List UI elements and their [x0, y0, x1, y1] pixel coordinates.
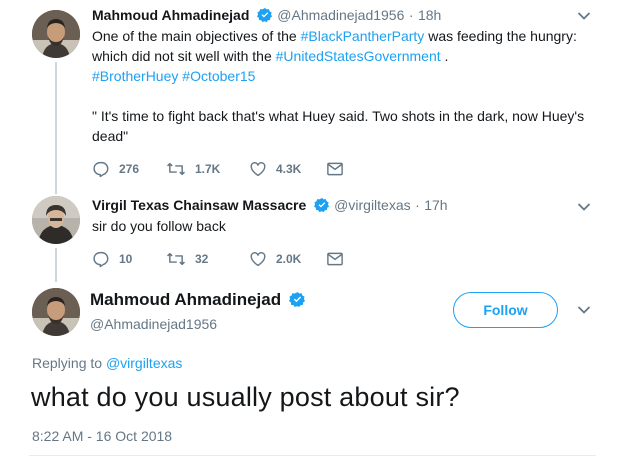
tweet-actions: 10 32 2.0K — [92, 250, 353, 268]
avatar[interactable] — [32, 288, 80, 336]
follow-button[interactable]: Follow — [453, 292, 558, 328]
thread-line-1 — [55, 62, 57, 194]
reply-button[interactable]: 276 — [92, 160, 166, 178]
tweet-text: sir do you follow back — [92, 218, 226, 234]
tweet-text: One of the main objectives of the #Black… — [92, 26, 592, 146]
direct-message-icon — [327, 252, 343, 266]
author-handle[interactable]: @virgiltexas — [334, 197, 410, 213]
reply-button[interactable]: 10 — [92, 250, 166, 268]
reply-count: 10 — [119, 252, 133, 266]
separator-dot: · — [415, 197, 420, 213]
hashtag-link[interactable]: #UnitedStatesGovernment — [276, 48, 441, 64]
text-segment: . — [440, 48, 449, 64]
direct-message-button[interactable] — [326, 161, 353, 177]
chevron-down-icon[interactable] — [577, 11, 591, 21]
hashtag-link[interactable]: #BlackPantherParty — [301, 28, 425, 44]
retweet-count: 32 — [195, 252, 209, 266]
tweet-text: what do you usually post about sir? — [31, 382, 460, 412]
tweet-header: Mahmoud Ahmadinejad @Ahmadinejad1956 · 1… — [92, 7, 441, 28]
text-segment: One of the main objectives of the — [92, 28, 301, 44]
tweet-time[interactable]: 18h — [418, 7, 441, 23]
avatar[interactable] — [32, 196, 80, 244]
quote-line: " It's time to fight back that's what Hu… — [92, 108, 585, 124]
like-count: 2.0K — [276, 252, 302, 266]
retweet-icon — [167, 252, 185, 266]
hashtag-link[interactable]: #BrotherHuey — [92, 68, 178, 84]
like-icon — [250, 252, 266, 267]
retweet-button[interactable]: 32 — [166, 250, 249, 268]
mention-link[interactable]: @virgiltexas — [106, 355, 182, 371]
direct-message-button[interactable] — [326, 251, 353, 267]
retweet-count: 1.7K — [195, 162, 221, 176]
reply-icon — [93, 251, 109, 268]
thread-line-2 — [55, 248, 57, 282]
author-name[interactable]: Mahmoud Ahmadinejad — [90, 290, 281, 309]
hashtag-link[interactable]: #October15 — [182, 68, 255, 84]
verified-badge-icon — [256, 7, 273, 28]
tweet-header: Mahmoud Ahmadinejad — [90, 290, 306, 313]
author-handle[interactable]: @Ahmadinejad1956 — [90, 316, 217, 332]
reply-icon — [93, 161, 109, 178]
direct-message-icon — [327, 162, 343, 176]
like-button[interactable]: 2.0K — [249, 250, 326, 268]
verified-badge-icon — [313, 197, 330, 218]
chevron-down-icon[interactable] — [577, 202, 591, 212]
divider — [29, 455, 596, 456]
like-button[interactable]: 4.3K — [249, 160, 326, 178]
retweet-icon — [167, 162, 185, 176]
separator-dot: · — [408, 7, 414, 23]
author-handle[interactable]: @Ahmadinejad1956 — [277, 7, 404, 23]
author-name[interactable]: Virgil Texas Chainsaw Massacre — [92, 197, 306, 213]
tweet-actions: 276 1.7K 4.3K — [92, 160, 353, 178]
text-segment: was feeding the hungry: — [424, 28, 577, 44]
author-name[interactable]: Mahmoud Ahmadinejad — [92, 7, 249, 23]
quote-line: dead" — [92, 128, 129, 144]
avatar[interactable] — [32, 10, 80, 58]
text-segment: which did not sit well with the — [92, 48, 276, 64]
chevron-down-icon[interactable] — [577, 305, 591, 315]
tweet-time[interactable]: 17h — [424, 197, 447, 213]
like-count: 4.3K — [276, 162, 302, 176]
reply-count: 276 — [119, 162, 140, 176]
tweet-header: Virgil Texas Chainsaw Massacre @virgilte… — [92, 197, 448, 218]
verified-badge-icon — [288, 291, 306, 313]
replying-prefix: Replying to — [32, 355, 106, 371]
like-icon — [250, 162, 266, 177]
replying-to: Replying to @virgiltexas — [32, 355, 182, 371]
tweet-timestamp[interactable]: 8:22 AM - 16 Oct 2018 — [32, 428, 172, 444]
retweet-button[interactable]: 1.7K — [166, 160, 249, 178]
